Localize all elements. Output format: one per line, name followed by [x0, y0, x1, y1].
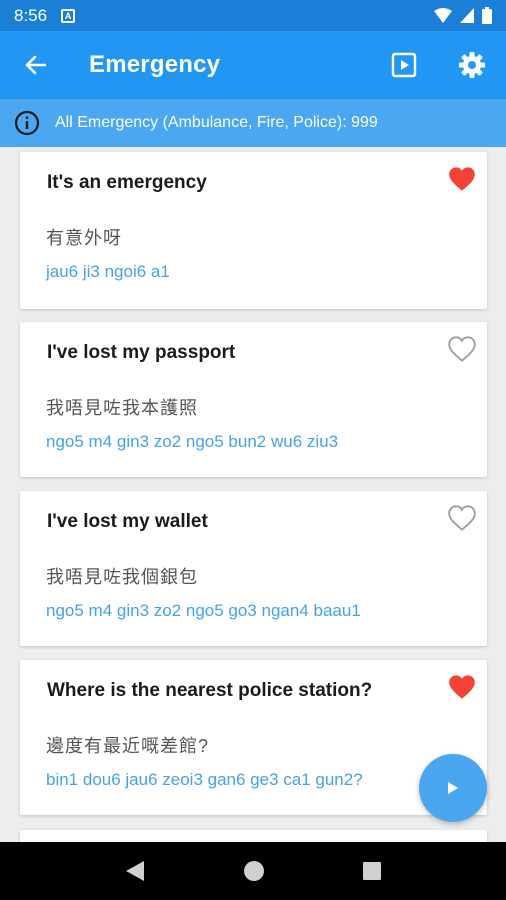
- play-icon: [448, 782, 458, 794]
- battery-icon: [482, 7, 492, 24]
- phrase-jyutping: ngo5 m4 gin3 zo2 ngo5 bun2 wu6 ziu3: [46, 432, 339, 451]
- notification-icon: A: [61, 8, 76, 23]
- phrase-card[interactable]: I've lost my wallet 我唔見咗我個銀包 ngo5 m4 gin…: [20, 491, 487, 646]
- heart-icon[interactable]: [448, 166, 476, 192]
- arrow-back-icon: [25, 55, 46, 75]
- settings-button[interactable]: [438, 31, 506, 99]
- app-bar: Emergency: [0, 31, 506, 99]
- slideshow-button[interactable]: [370, 31, 438, 99]
- heart-outline-icon[interactable]: [448, 505, 476, 531]
- status-bar: 8:56 A: [0, 0, 506, 31]
- triangle-back-icon[interactable]: [124, 859, 146, 883]
- wifi-icon: [434, 8, 452, 23]
- phrase-jyutping: bin1 dou6 jau6 zeoi3 gan6 ge3 ca1 gun2?: [46, 770, 363, 789]
- back-button[interactable]: [0, 31, 70, 99]
- emergency-info-bar: All Emergency (Ambulance, Fire, Police):…: [0, 99, 506, 147]
- emergency-number-text: All Emergency (Ambulance, Fire, Police):…: [55, 114, 378, 131]
- status-time: 8:56: [14, 5, 48, 25]
- square-recents-icon[interactable]: [362, 861, 382, 881]
- info-icon: [14, 110, 40, 136]
- play-button[interactable]: [419, 754, 487, 822]
- heart-icon[interactable]: [448, 674, 476, 700]
- phrase-jyutping: ngo5 m4 gin3 zo2 ngo5 go3 ngan4 baau1: [46, 601, 361, 620]
- heart-outline-icon[interactable]: [448, 336, 476, 362]
- slideshow-icon: [391, 52, 417, 78]
- page-title: Emergency: [89, 51, 221, 78]
- phrase-jyutping: jau6 ji3 ngoi6 a1: [46, 262, 170, 281]
- gear-icon: [459, 52, 485, 78]
- phrase-card[interactable]: I've lost my passport 我唔見咗我本護照 ngo5 m4 g…: [20, 322, 487, 477]
- phrase-list[interactable]: It's an emergency 有意外呀 jau6 ji3 ngoi6 a1…: [0, 147, 506, 842]
- phrase-card[interactable]: [20, 830, 487, 842]
- circle-home-icon[interactable]: [243, 860, 265, 882]
- phrase-card[interactable]: Where is the nearest police station? 邊度有…: [20, 660, 487, 815]
- system-nav-bar: [0, 842, 506, 900]
- phrase-english: Where is the nearest police station?: [47, 680, 373, 701]
- signal-icon: [460, 8, 474, 23]
- phrase-english: I've lost my passport: [47, 342, 236, 363]
- phrase-english: It's an emergency: [47, 172, 207, 193]
- phrase-chinese: 有意外呀: [46, 228, 122, 248]
- phrase-card[interactable]: It's an emergency 有意外呀 jau6 ji3 ngoi6 a1: [20, 152, 487, 309]
- phrase-english: I've lost my wallet: [47, 511, 208, 532]
- phrase-chinese: 我唔見咗我本護照: [46, 398, 198, 418]
- phrase-chinese: 我唔見咗我個銀包: [46, 567, 198, 587]
- phrase-chinese: 邊度有最近嘅差館?: [46, 736, 210, 756]
